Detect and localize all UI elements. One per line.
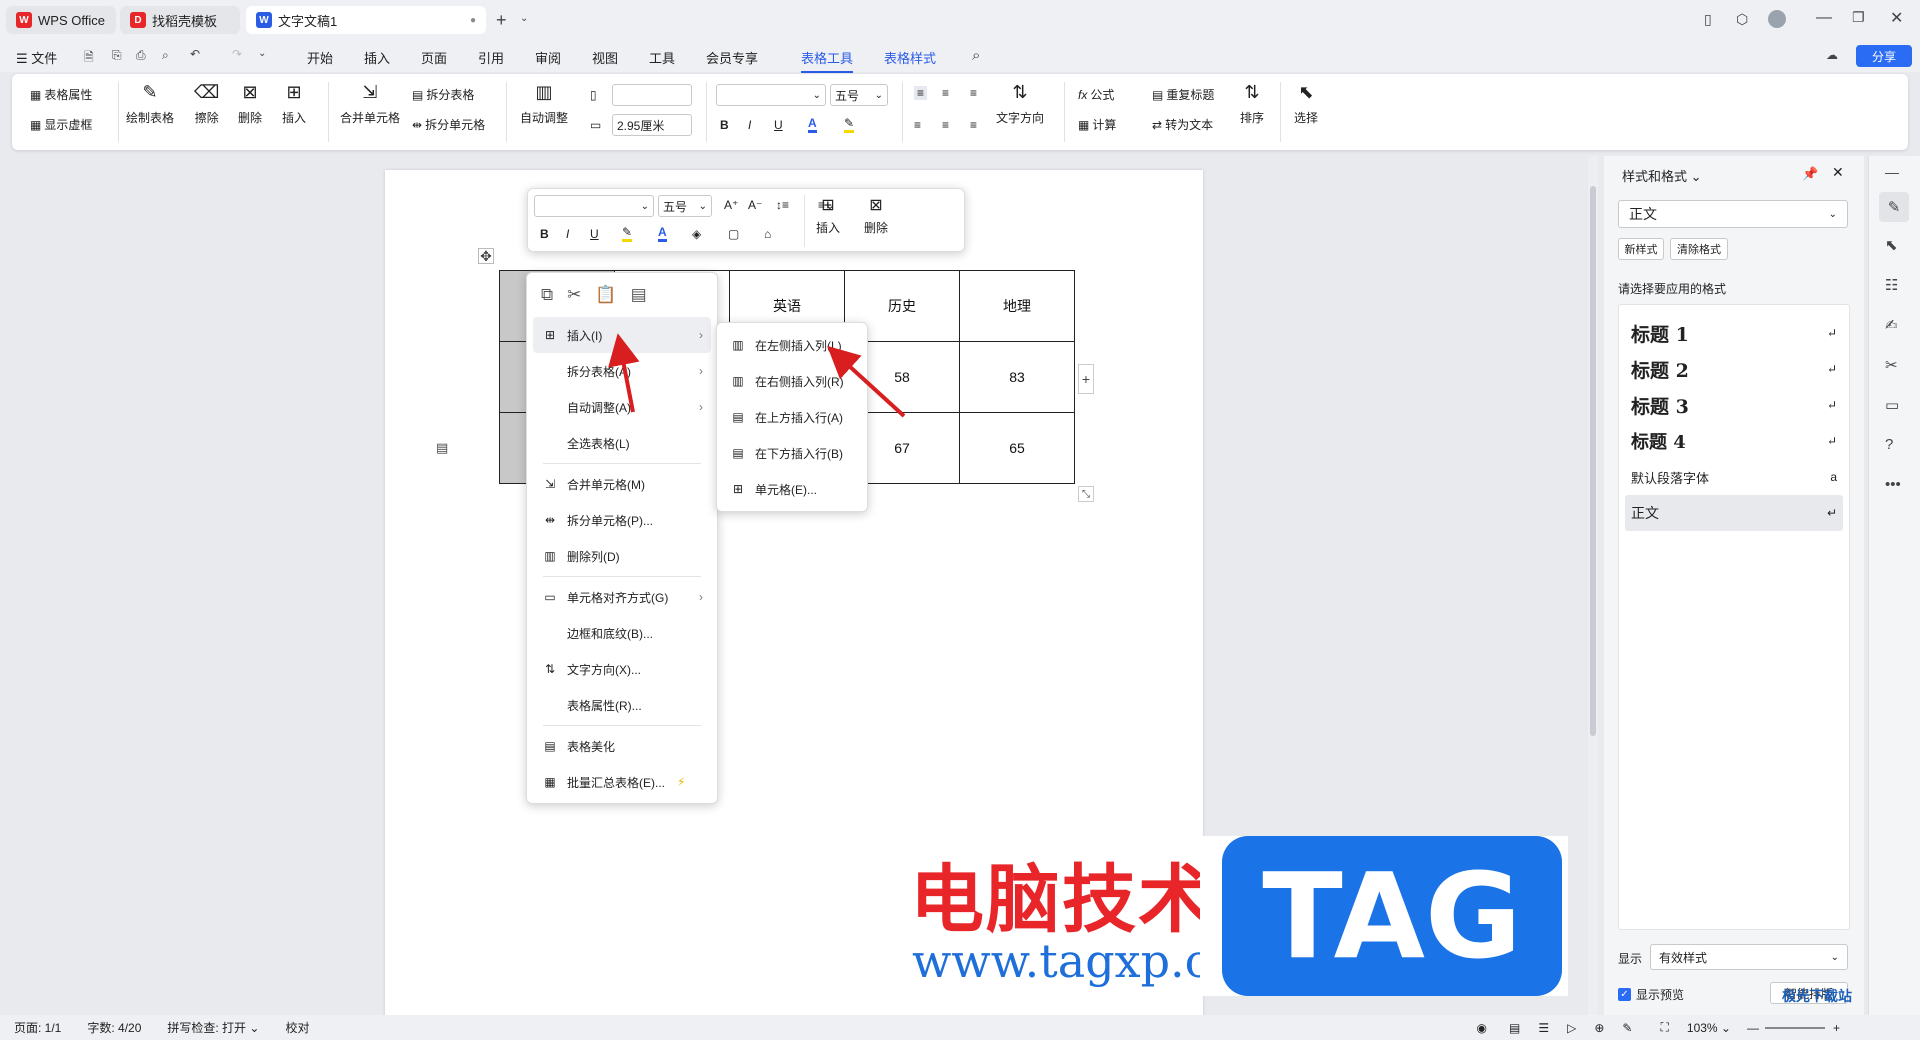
label: 正文 — [1631, 505, 1659, 521]
char-style-icon: a — [1830, 470, 1837, 484]
chevron-down-icon: ⌄ — [1830, 951, 1839, 963]
book-icon[interactable]: ▭ — [1885, 396, 1899, 414]
spell-check[interactable]: 拼写检查: 打开 ⌄ — [167, 1019, 259, 1036]
edit-icon[interactable]: ✍ — [1885, 316, 1898, 334]
page-view-icon[interactable]: ▤ — [1509, 1021, 1520, 1035]
clear-format-button[interactable]: 清除格式 — [1670, 238, 1728, 260]
pen-icon[interactable]: ✎ — [1622, 1021, 1632, 1035]
vertical-scrollbar[interactable] — [1588, 156, 1598, 1016]
web-view-icon[interactable]: ⊕ — [1594, 1021, 1604, 1035]
style-list: 标题 1 ↵ 标题 2 ↵ 标题 3 ↵ 标题 4 ↵ 默认段落字体 a 正文 ↵ — [1618, 304, 1850, 930]
label: 标题 2 — [1631, 359, 1689, 382]
panel-title[interactable]: 样式和格式 ⌄ — [1622, 166, 1702, 185]
choose-format-label: 请选择要应用的格式 — [1618, 282, 1727, 296]
show-filter-select[interactable]: 有效样式 ⌄ — [1650, 944, 1848, 970]
zoom-out-icon[interactable]: — — [1747, 1021, 1759, 1035]
styles-panel: 样式和格式 ⌄ 📌 ✕ 正文 ⌄ 新样式 清除格式 请选择要应用的格式 标题 1 ↵… — [1604, 156, 1864, 1016]
current-style-select[interactable]: 正文 ⌄ — [1618, 200, 1848, 228]
play-icon[interactable]: ▷ — [1567, 1021, 1576, 1035]
new-style-button[interactable]: 新样式 — [1618, 238, 1664, 260]
more-icon[interactable]: ••• — [1885, 476, 1901, 493]
adjust-icon[interactable]: ☷ — [1885, 276, 1898, 294]
close-panel-icon[interactable]: ✕ — [1832, 164, 1844, 181]
show-preview-checkbox[interactable]: ✓ 显示预览 — [1618, 986, 1684, 1003]
select-cursor-icon[interactable]: ⬉ — [1885, 236, 1898, 254]
style-heading-4[interactable]: 标题 4 ↵ — [1619, 423, 1849, 459]
fit-icon[interactable]: ⛶ — [1660, 1020, 1668, 1035]
return-icon: ↵ — [1826, 434, 1837, 448]
label: 标题 4 — [1631, 432, 1686, 453]
help-icon[interactable]: ? — [1885, 436, 1893, 453]
label: 显示预览 — [1636, 988, 1685, 1002]
collapse-icon[interactable]: — — [1885, 164, 1899, 180]
arrow-to-left-column — [827, 345, 906, 418]
zoom-level[interactable]: 103% ⌄ — [1687, 1021, 1731, 1035]
eye-icon[interactable]: ◉ — [1477, 1021, 1487, 1035]
page-count[interactable]: 页面: 1/1 — [14, 1019, 61, 1036]
label: 样式和格式 — [1622, 169, 1688, 184]
style-pen-icon[interactable]: ✎ — [1879, 192, 1909, 222]
word-count[interactable]: 字数: 4/20 — [87, 1019, 141, 1036]
zoom-slider[interactable] — [1764, 1026, 1825, 1029]
style-heading-3[interactable]: 标题 3 ↵ — [1619, 387, 1849, 423]
watermark-site: 极光下载站 — [1782, 988, 1852, 1004]
scrollbar-thumb[interactable] — [1590, 186, 1596, 736]
arrow-to-insert — [608, 333, 640, 413]
label: 标题 1 — [1631, 323, 1689, 346]
return-icon: ↵ — [1826, 326, 1837, 340]
style-body-text[interactable]: 正文 ↵ — [1625, 495, 1843, 531]
label: 标题 3 — [1631, 395, 1689, 418]
checkbox-checked-icon: ✓ — [1618, 988, 1631, 1001]
chevron-down-icon: ⌄ — [1828, 208, 1837, 220]
return-icon: ↵ — [1826, 362, 1837, 376]
show-label: 显示 — [1618, 952, 1643, 966]
status-bar: 页面: 1/1 字数: 4/20 拼写检查: 打开 ⌄ 校对 ◉ ▤ ☰ ▷ ⊕… — [0, 1015, 1920, 1040]
pin-icon[interactable]: 📌 — [1802, 166, 1818, 182]
current-style: 正文 — [1629, 206, 1657, 222]
tools-icon[interactable]: ✂ — [1885, 356, 1898, 374]
return-icon: ↵ — [1826, 398, 1837, 412]
style-heading-2[interactable]: 标题 2 ↵ — [1619, 351, 1849, 387]
return-icon: ↵ — [1826, 506, 1837, 520]
watermark-tag-logo: TAG — [1222, 836, 1562, 996]
label: 默认段落字体 — [1631, 470, 1710, 486]
proofread[interactable]: 校对 — [285, 1019, 309, 1036]
label: 拼写检查: 打开 — [167, 1021, 247, 1035]
filter-value: 有效样式 — [1659, 950, 1708, 965]
outline-view-icon[interactable]: ☰ — [1538, 1021, 1549, 1035]
watermark-backdrop: TAG — [1200, 836, 1568, 996]
right-toolbar: — ✎ ⬉ ☷ ✍ ✂ ▭ ? ••• — [1868, 156, 1920, 1016]
label: 103% — [1686, 1020, 1718, 1035]
style-default-font[interactable]: 默认段落字体 a — [1619, 459, 1849, 495]
zoom-in-icon[interactable]: + — [1833, 1021, 1840, 1035]
style-heading-1[interactable]: 标题 1 ↵ — [1619, 315, 1849, 351]
